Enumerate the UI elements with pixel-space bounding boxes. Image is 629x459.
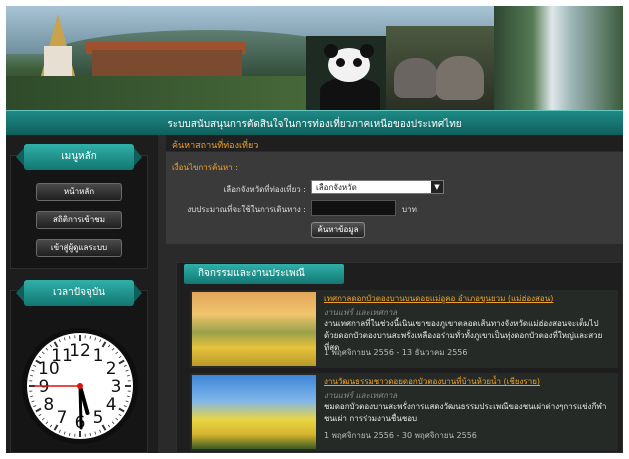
clock-number: 2 [106, 359, 117, 379]
search-conditions-label: เงื่อนไขการค้นหา : [172, 163, 238, 172]
search-section-header: ค้นหาสถานที่ท่องเที่ยว [166, 135, 623, 151]
province-select-value: เลือกจังหวัด [316, 183, 357, 192]
banner-ground [6, 76, 326, 110]
activity-description: ชมดอกบัวตองบานสะพรั่งการแสดงวัฒนธรรมประเ… [324, 402, 607, 423]
main-menu-heading: เมนูหลัก [16, 144, 142, 170]
clock-number: 12 [69, 341, 91, 361]
site-title: ระบบสนับสนุนการตัดสินใจในการท่องเที่ยวภา… [167, 119, 462, 130]
activity-thumbnail[interactable] [192, 292, 316, 366]
banner-panda-ear [360, 44, 374, 58]
banner-panda-body [320, 78, 380, 110]
search-section-title: ค้นหาสถานที่ท่องเที่ยว [172, 141, 259, 151]
clock-heading: เวลาปัจจุบัน [16, 280, 142, 306]
banner-panda-ear [324, 44, 338, 58]
clock-number: 5 [93, 408, 104, 428]
clock-number: 9 [39, 377, 50, 397]
activity-title-link[interactable]: เทศกาลดอกบัวตองบานบนดอยแม่อูคอ อำเภอขุนย… [324, 292, 614, 305]
clock-number: 1 [93, 346, 104, 366]
budget-input[interactable] [311, 200, 396, 216]
activity-date: 1 พฤศจิกายน 2556 - 30 พฤศจิกายน 2556 [324, 431, 477, 440]
clock-center-pin [77, 383, 83, 389]
clock-number: 7 [57, 408, 68, 428]
budget-label: งบประมาณที่จะใช้ในการเดินทาง : [187, 205, 306, 214]
header-banner [6, 6, 623, 110]
province-label: เลือกจังหวัดที่ท่องเที่ยว : [223, 185, 306, 194]
budget-unit: บาท [402, 205, 417, 214]
activity-item: งานวัฒนธรรมชาวดอยดอกบัวตองบานที่บ้านห้วย… [190, 373, 618, 451]
banner-waterfall [494, 6, 623, 110]
activity-date: 1 พฤศจิกายน 2556 - 13 ธันวาคม 2556 [324, 348, 468, 357]
activity-title-link[interactable]: งานวัฒนธรรมชาวดอยดอกบัวตองบานที่บ้านห้วย… [324, 375, 614, 388]
menu-item-statistics[interactable]: สถิติการเข้าชม [36, 211, 122, 229]
search-form-panel: เงื่อนไขการค้นหา : เลือกจังหวัดที่ท่องเท… [166, 152, 623, 244]
activity-item: เทศกาลดอกบัวตองบานบนดอยแม่อูคอ อำเภอขุนย… [190, 290, 618, 368]
banner-panda-eye [336, 58, 345, 67]
activity-thumbnail[interactable] [192, 375, 316, 449]
search-button[interactable]: ค้นหาข้อมูล [311, 222, 365, 238]
clock-minute-hand [78, 384, 83, 430]
clock-number: 8 [43, 395, 54, 415]
banner-elephant [436, 56, 484, 100]
clock-number: 3 [111, 377, 122, 397]
menu-item-home[interactable]: หน้าหลัก [36, 183, 122, 201]
analog-clock: 123456789101112 [22, 328, 138, 444]
banner-house [92, 50, 242, 76]
site-title-bar: ระบบสนับสนุนการตัดสินใจในการท่องเที่ยวภา… [6, 110, 623, 135]
clock-number: 4 [106, 395, 117, 415]
chevron-down-icon[interactable]: ▼ [431, 181, 443, 193]
menu-item-admin-login[interactable]: เข้าสู่ผู้ดูแลระบบ [36, 239, 122, 257]
activities-heading: กิจกรรมและงานประเพณี [184, 264, 344, 284]
province-select[interactable]: เลือกจังหวัด ▼ [311, 180, 444, 194]
banner-panda-eye [353, 58, 362, 67]
banner-elephant [394, 58, 438, 98]
